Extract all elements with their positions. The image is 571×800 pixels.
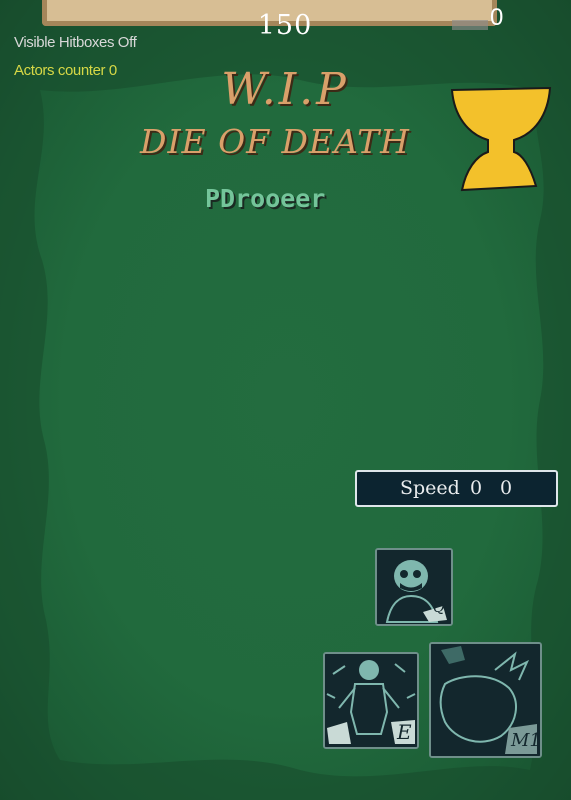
ability-q-button[interactable]: Q <box>375 548 453 626</box>
speed-value-secondary: 0 <box>500 477 513 499</box>
title-wip: W.I.P <box>221 64 349 115</box>
actors-counter: Actors counter 0 <box>14 62 117 79</box>
hitboxes-toggle[interactable]: Visible Hitboxes Off <box>14 34 137 51</box>
speed-label: Speed <box>400 477 460 499</box>
author-name: PDrooeer <box>205 184 326 213</box>
speed-indicator: Speed 0 0 <box>355 470 558 507</box>
ability-key-label: Q <box>433 600 445 616</box>
ability-key-label: E <box>397 720 412 744</box>
score-counter: 150 <box>257 10 313 41</box>
trophy-icon[interactable] <box>448 82 558 202</box>
top-right-bar <box>452 20 488 30</box>
top-right-counter: 0 <box>490 4 504 31</box>
game-title: DIE OF DEATH <box>140 122 410 161</box>
ability-e-button[interactable]: E <box>323 652 419 749</box>
ability-key-label: M1 <box>511 730 541 751</box>
speed-value: 0 <box>470 477 483 499</box>
ability-m1-button[interactable]: M1 <box>429 642 542 758</box>
